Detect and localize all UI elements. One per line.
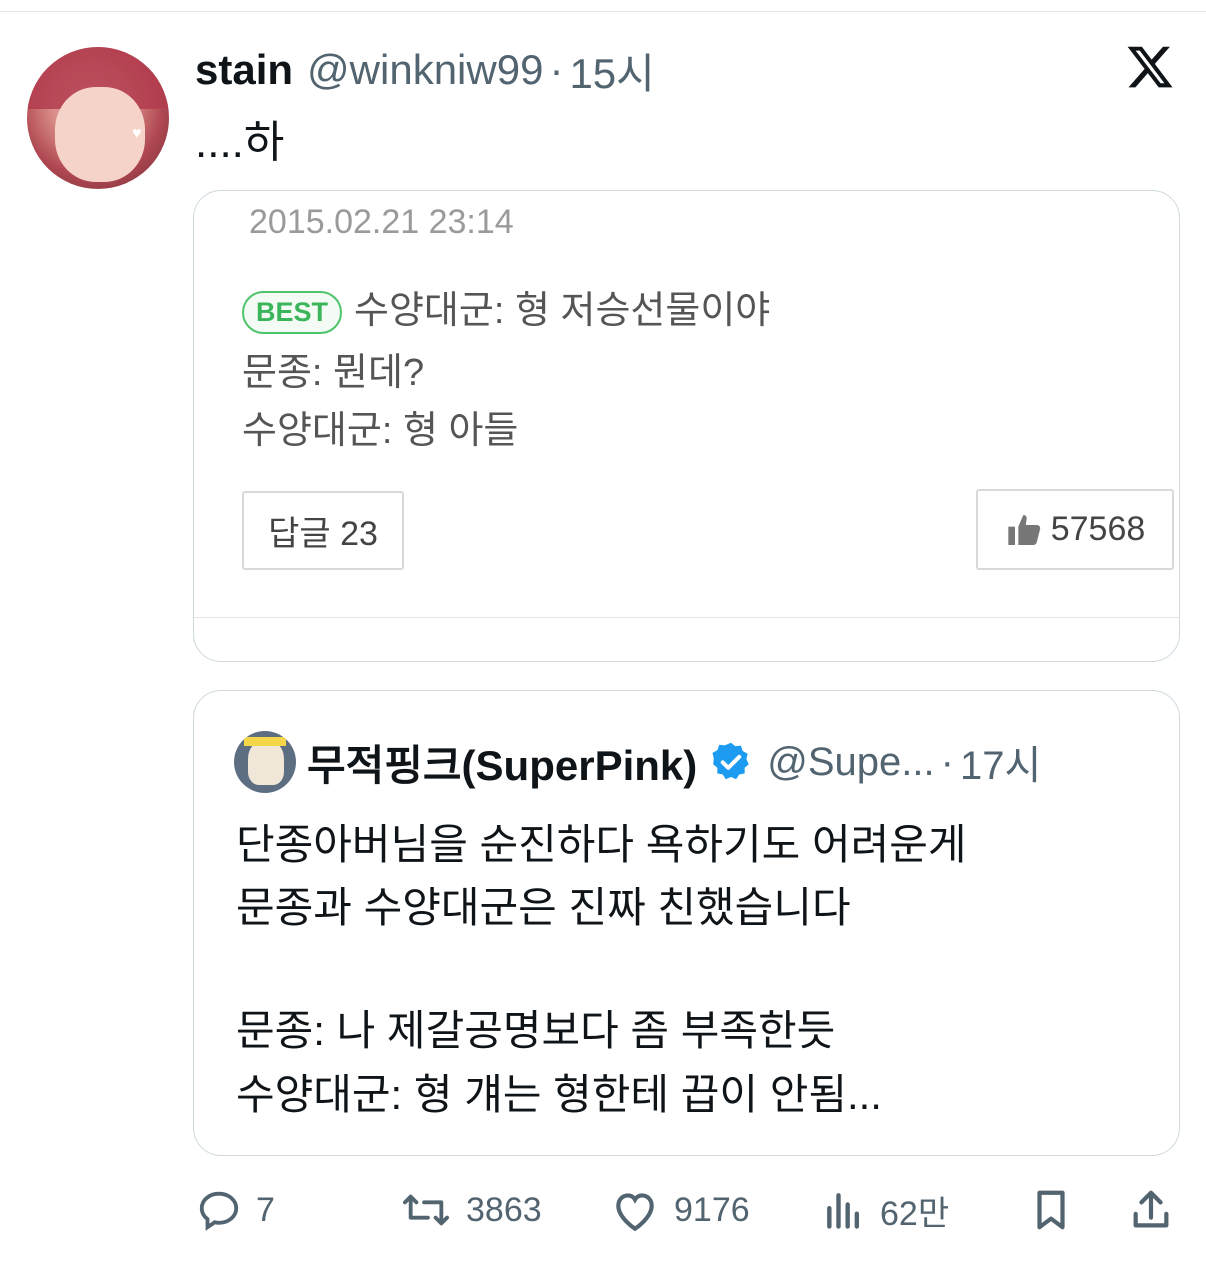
like-count-button: 57568 <box>976 489 1174 570</box>
quoted-author-handle[interactable]: @Supe... <box>767 740 934 785</box>
embedded-image-card[interactable]: 2015.02.21 23:14 BEST 수양대군: 형 저승선물이야 문종: … <box>193 190 1180 662</box>
reply-count-button: 답글 23 <box>242 491 404 570</box>
author-avatar[interactable]: ♥ <box>27 47 169 189</box>
comment-text-1: 수양대군: 형 저승선물이야 <box>354 290 771 332</box>
action-bar: 7 3863 9176 62만 <box>0 1170 1206 1250</box>
comment-date: 2015.02.21 23:14 <box>249 203 514 241</box>
views-icon <box>827 1193 860 1229</box>
quoted-author-name[interactable]: 무적핑크(SuperPink) <box>307 732 697 793</box>
x-logo-icon[interactable] <box>1124 42 1176 92</box>
reply-count-label: 답글 23 <box>268 515 378 553</box>
avatar-character <box>248 741 284 785</box>
card-divider <box>194 617 1179 618</box>
retweet-icon <box>402 1194 449 1226</box>
author-name[interactable]: stain <box>195 46 293 94</box>
quoted-tweet-time[interactable]: 17시 <box>960 733 1041 791</box>
quoted-author-avatar[interactable] <box>234 731 296 793</box>
tweet-text: ....하 <box>195 118 285 167</box>
quoted-text-line-4: 수양대군: 형 걔는 형한테 끕이 안됨... <box>236 1071 882 1118</box>
share-button[interactable] <box>1128 1170 1188 1250</box>
like-count: 57568 <box>1050 510 1146 548</box>
bookmark-icon <box>1037 1190 1065 1230</box>
like-button[interactable]: 9176 <box>610 1170 750 1250</box>
quoted-tweet-card[interactable]: 무적핑크(SuperPink) @Supe... · 17시 단종아버님을 순진… <box>193 690 1180 1156</box>
avatar-band <box>244 737 286 746</box>
tweet-time[interactable]: 15시 <box>569 40 654 101</box>
author-handle[interactable]: @winkniw99 <box>307 46 543 94</box>
bookmark-button[interactable] <box>1028 1170 1088 1250</box>
top-divider <box>0 0 1206 12</box>
reply-icon <box>199 1191 239 1231</box>
verified-badge-icon <box>712 742 750 780</box>
tweet-header: stain @winkniw99 · 15시 <box>195 42 655 98</box>
best-badge: BEST <box>242 291 343 335</box>
comment-line-2: 문종: 뭔데? <box>242 352 425 394</box>
heart-icon <box>616 1193 654 1232</box>
quoted-header-separator: · <box>940 739 954 784</box>
like-count-value: 9176 <box>674 1190 750 1229</box>
retweet-button[interactable]: 3863 <box>400 1170 542 1250</box>
reply-button[interactable]: 7 <box>196 1170 275 1250</box>
quoted-tweet-header: 무적핑크(SuperPink) @Supe... · 17시 <box>307 731 1041 793</box>
thumbs-up-icon <box>1008 514 1040 545</box>
share-icon <box>1133 1190 1169 1228</box>
quoted-text-line-3: 문종: 나 제갈공명보다 좀 부족한듯 <box>236 1007 836 1054</box>
retweet-count: 3863 <box>466 1190 542 1229</box>
header-separator: · <box>549 46 564 93</box>
heart-sticker-icon: ♥ <box>132 125 142 142</box>
comment-line-3: 수양대군: 형 아들 <box>242 410 519 452</box>
reply-count: 7 <box>256 1190 275 1229</box>
views-count: 62만 <box>880 1194 950 1233</box>
quoted-text-line-1: 단종아버님을 순진하다 욕하기도 어려운게 <box>236 821 967 868</box>
views-button[interactable]: 62만 <box>822 1170 949 1250</box>
comment-line-1: BEST 수양대군: 형 저승선물이야 <box>242 279 771 335</box>
quoted-text-line-2: 문종과 수양대군은 진짜 친했습니다 <box>236 884 851 931</box>
